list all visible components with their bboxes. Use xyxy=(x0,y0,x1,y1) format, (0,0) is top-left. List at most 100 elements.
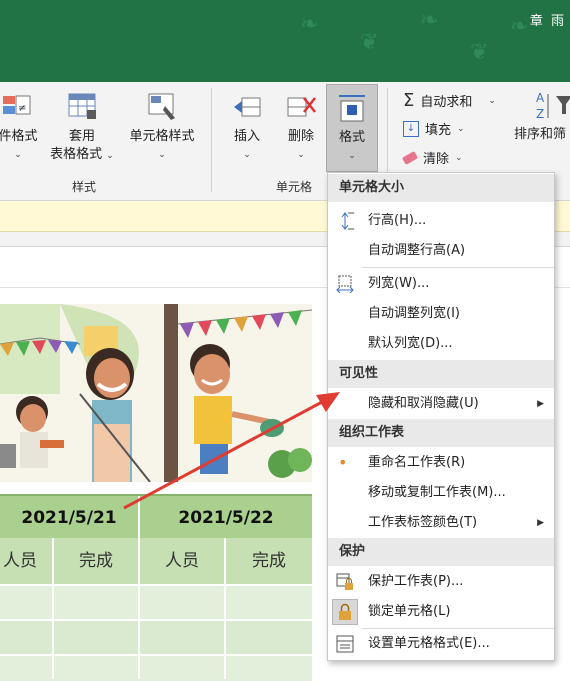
menu-item-label: 自动调整列宽(I) xyxy=(368,306,460,321)
ribbon-divider xyxy=(211,88,212,192)
chevron-down-icon: ⌄ xyxy=(457,123,465,134)
submenu-arrow-icon: ▶ xyxy=(537,399,544,409)
format-as-table-button[interactable]: 套用 表格格式 ⌄ xyxy=(44,92,120,165)
menu-item-autofit-row[interactable]: 自动调整行高(A) xyxy=(328,236,554,266)
fill-label: 填充 xyxy=(425,123,452,138)
header-cell-person[interactable]: 人员 xyxy=(0,538,52,584)
format-as-table-icon xyxy=(67,92,97,122)
svg-text:Z: Z xyxy=(536,107,544,121)
cell-divider xyxy=(52,584,54,679)
menu-item-tab-color[interactable]: 工作表标签颜色(T) ▶ xyxy=(328,508,554,538)
table-row[interactable] xyxy=(0,584,312,619)
format-as-table-label-line2: 表格格式 ⌄ xyxy=(44,146,120,165)
chevron-down-icon: ⌄ xyxy=(348,151,356,161)
chevron-down-icon: ⌄ xyxy=(297,150,305,160)
cell-divider xyxy=(224,584,226,679)
sort-filter-label: 排序和筛 xyxy=(514,127,567,142)
menu-item-label: 行高(H)... xyxy=(368,213,427,228)
menu-item-label: 锁定单元格(L) xyxy=(368,604,451,619)
chevron-down-icon: ⌄ xyxy=(243,150,251,160)
chevron-down-icon: ⌄ xyxy=(14,150,22,160)
menu-separator xyxy=(362,267,554,268)
format-as-table-label-2: 表格格式 xyxy=(50,147,103,162)
menu-item-label: 隐藏和取消隐藏(U) xyxy=(368,396,479,411)
submenu-arrow-icon: ▶ xyxy=(537,518,544,528)
delete-label: 删除 xyxy=(287,129,314,144)
svg-text:≠: ≠ xyxy=(18,103,26,114)
conditional-format-label: 件格式 xyxy=(0,129,38,144)
section-organize-sheets: 组织工作表 xyxy=(328,419,554,447)
date-cell[interactable]: 2021/5/21 xyxy=(0,496,138,540)
user-name[interactable]: 章 雨 xyxy=(530,10,566,29)
section-visibility: 可见性 xyxy=(328,360,554,388)
table-row[interactable] xyxy=(0,654,312,681)
chevron-down-icon: ⌄ xyxy=(455,152,463,163)
format-dropdown-menu: 单元格大小 行高(H)... 自动调整行高(A) 列宽(W)... 自动调整列宽… xyxy=(327,172,555,661)
svg-text:A: A xyxy=(536,91,545,105)
sort-filter-button[interactable]: AZ 排序和筛 xyxy=(514,90,570,144)
format-as-table-label: 套用 xyxy=(68,129,95,144)
menu-item-label: 工作表标签颜色(T) xyxy=(368,515,478,530)
insert-label: 插入 xyxy=(233,129,260,144)
delete-button[interactable]: 删除 ⌄ xyxy=(276,92,326,164)
protect-sheet-icon xyxy=(336,573,354,591)
fill-down-icon: ↓ xyxy=(403,120,419,137)
menu-item-hide-unhide[interactable]: 隐藏和取消隐藏(U) ▶ xyxy=(328,389,554,419)
format-cells-icon xyxy=(337,93,367,123)
menu-item-autofit-column[interactable]: 自动调整列宽(I) xyxy=(328,299,554,329)
insert-button[interactable]: 插入 ⌄ xyxy=(222,92,272,164)
leaf-decoration-icon: ❦ xyxy=(360,30,379,55)
cell-styles-label: 单元格样式 xyxy=(129,129,195,144)
row-height-icon xyxy=(336,212,354,230)
menu-item-row-height[interactable]: 行高(H)... xyxy=(328,206,554,236)
header-cell-person[interactable]: 人员 xyxy=(140,538,224,584)
conditional-format-icon: ≠ xyxy=(3,92,33,122)
chevron-down-icon: ⌄ xyxy=(106,151,114,161)
fill-button[interactable]: ↓ 填充 ⌄ xyxy=(403,119,465,138)
section-cell-size: 单元格大小 xyxy=(328,174,554,202)
header-row: 人员 完成 人员 完成 xyxy=(0,538,312,584)
column-width-icon xyxy=(336,275,354,294)
lock-icon xyxy=(332,599,358,625)
bullet-dot-icon: • xyxy=(338,453,348,472)
menu-item-protect-sheet[interactable]: 保护工作表(P)... xyxy=(328,567,554,597)
menu-item-column-width[interactable]: 列宽(W)... xyxy=(328,269,554,299)
format-cells-dialog-icon xyxy=(336,635,354,653)
insert-cells-icon xyxy=(232,92,262,122)
autosum-button[interactable]: Σ 自动求和 ⌄ xyxy=(403,90,496,111)
menu-item-lock-cell[interactable]: 锁定单元格(L) xyxy=(328,597,554,627)
menu-item-move-copy-sheet[interactable]: 移动或复制工作表(M)... xyxy=(328,478,554,508)
menu-item-rename-sheet[interactable]: • 重命名工作表(R) xyxy=(328,448,554,478)
menu-item-label: 列宽(W)... xyxy=(368,276,430,291)
format-label: 格式 xyxy=(338,130,365,145)
menu-item-label: 设置单元格格式(E)... xyxy=(368,636,490,651)
section-protection: 保护 xyxy=(328,538,554,566)
leaf-decoration-icon: ❧ xyxy=(420,8,439,33)
cell-styles-button[interactable]: 单元格样式 ⌄ xyxy=(120,92,204,164)
delete-cells-icon xyxy=(286,92,316,122)
chevron-down-icon: ⌄ xyxy=(158,150,166,160)
cell-styles-icon xyxy=(147,92,177,122)
header-cell-done[interactable]: 完成 xyxy=(54,538,138,584)
clear-button[interactable]: 清除 ⌄ xyxy=(401,148,463,167)
conditional-format-button[interactable]: ≠ 件格式 ⌄ xyxy=(0,92,40,164)
chevron-down-icon: ⌄ xyxy=(488,95,496,106)
cell-divider xyxy=(138,584,140,679)
date-cell[interactable]: 2021/5/22 xyxy=(140,496,312,540)
clear-label: 清除 xyxy=(423,152,450,167)
menu-item-format-cells[interactable]: 设置单元格格式(E)... xyxy=(328,629,554,659)
banner-illustration xyxy=(0,304,312,482)
date-row: 2021/5/21 2021/5/22 xyxy=(0,494,312,540)
leaf-decoration-icon: ❦ xyxy=(470,40,489,65)
format-button[interactable]: 格式 ⌄ xyxy=(326,84,378,172)
header-cell-done[interactable]: 完成 xyxy=(226,538,312,584)
table-row[interactable] xyxy=(0,619,312,654)
leaf-decoration-icon: ❧ xyxy=(510,14,529,39)
leaf-decoration-icon: ❧ xyxy=(300,12,319,37)
cells-group-label: 单元格 xyxy=(276,180,313,194)
menu-item-label: 自动调整行高(A) xyxy=(368,243,466,258)
styles-group-label: 样式 xyxy=(72,180,97,194)
menu-item-label: 移动或复制工作表(M)... xyxy=(368,485,506,500)
menu-item-default-width[interactable]: 默认列宽(D)... xyxy=(328,329,554,359)
sigma-icon: Σ xyxy=(403,90,415,111)
